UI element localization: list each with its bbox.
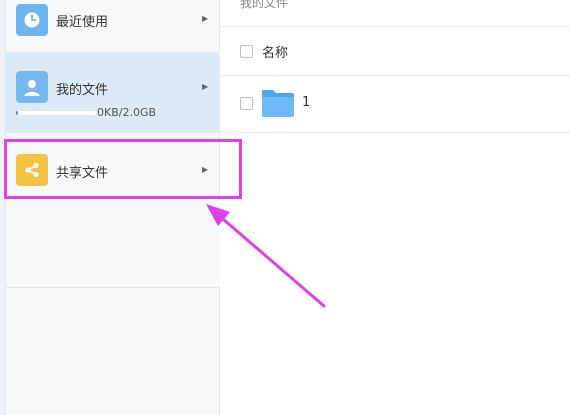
chevron-right-icon: ▶ — [202, 14, 209, 23]
clock-icon — [16, 4, 48, 36]
select-all-checkbox[interactable] — [240, 45, 253, 58]
sidebar-blank-area — [6, 200, 220, 288]
file-list-panel: 我的文件 名称 1 — [220, 0, 570, 415]
sidebar-item-label: 最近使用 — [56, 15, 109, 30]
user-icon — [16, 71, 48, 103]
share-icon — [16, 154, 48, 186]
storage-quota-text: 0KB/2.0GB — [97, 106, 157, 119]
chevron-right-icon: ▶ — [202, 82, 209, 91]
breadcrumb[interactable]: 我的文件 — [240, 0, 288, 11]
file-name[interactable]: 1 — [302, 95, 310, 110]
sidebar-item-label: 共享文件 — [56, 166, 109, 181]
storage-quota-fill — [16, 111, 18, 115]
row-checkbox[interactable] — [240, 97, 253, 110]
folder-icon — [261, 88, 295, 118]
sidebar-item-label: 我的文件 — [56, 83, 109, 98]
sidebar-item-my-files[interactable]: 我的文件 ▶ 0KB/2.0GB — [6, 53, 220, 133]
storage-quota-bar — [16, 111, 96, 115]
table-row[interactable]: 1 — [220, 76, 570, 133]
sidebar-item-recent[interactable]: 最近使用 ▶ — [6, 0, 220, 53]
sidebar-item-shared[interactable]: 共享文件 ▶ — [6, 140, 220, 200]
app-window: 最近使用 ▶ 我的文件 ▶ 0KB/2.0GB 共享文件 ▶ 我的文件 名称 1 — [0, 0, 570, 415]
list-header: 名称 — [220, 26, 570, 76]
chevron-right-icon: ▶ — [202, 165, 209, 174]
sidebar: 最近使用 ▶ 我的文件 ▶ 0KB/2.0GB 共享文件 ▶ — [6, 0, 220, 415]
column-header-name[interactable]: 名称 — [262, 42, 288, 61]
